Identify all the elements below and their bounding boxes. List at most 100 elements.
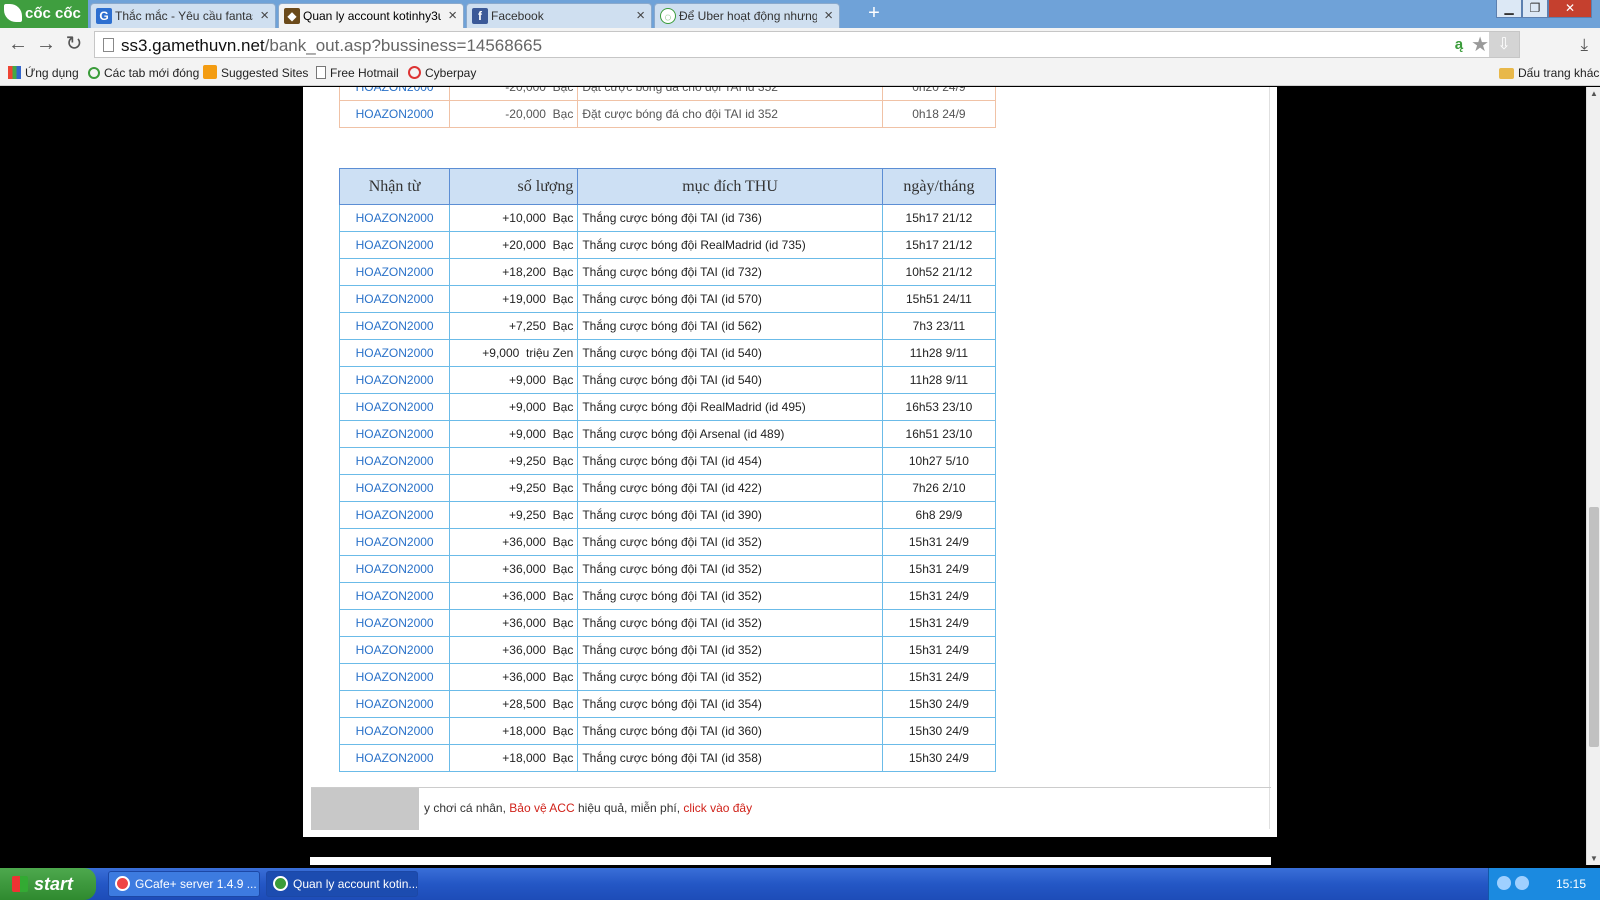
sender-link[interactable]: HOAZON2000 xyxy=(338,474,451,502)
table-row: HOAZON2000 +9,250 Bạc Thắng cược bóng đội … xyxy=(338,447,997,475)
amount-cell: +19,000 Bạc xyxy=(449,285,579,313)
tab-uber[interactable]: ◌ Để Uber hoạt động nhưng sẽ × xyxy=(654,3,840,28)
amount-cell: +18,200 Bạc xyxy=(449,258,579,286)
sender-link[interactable]: HOAZON2000 xyxy=(338,501,451,529)
col-header-date: ngày/tháng xyxy=(881,168,997,205)
sender-link[interactable]: HOAZON2000 xyxy=(338,447,451,475)
game-favicon-icon: ◆ xyxy=(284,8,300,24)
purpose-cell: Thắng cược bóng đội RealMadrid (id 495) xyxy=(577,393,883,421)
sender-link[interactable]: HOAZON2000 xyxy=(338,663,451,691)
date-cell: 15h31 24/9 xyxy=(881,528,997,556)
date-cell: 15h31 24/9 xyxy=(881,609,997,637)
sender-link[interactable]: HOAZON2000 xyxy=(338,636,451,664)
minimize-icon[interactable]: ▁ xyxy=(1496,0,1522,18)
tab-fantasym[interactable]: G Thắc mắc - Yêu cầu fantasym × xyxy=(90,3,276,28)
tab-close-icon[interactable]: × xyxy=(824,4,833,28)
reload-icon[interactable]: ↻ xyxy=(62,33,86,57)
date-cell: 15h30 24/9 xyxy=(881,744,997,772)
purpose-cell: Thắng cược bóng đội TAI (id 352) xyxy=(577,582,883,610)
table-row: HOAZON2000 +10,000 Bạc Thắng cược bóng đội… xyxy=(338,204,997,232)
date-cell: 0h18 24/9 xyxy=(881,100,997,128)
sender-link[interactable]: HOAZON2000 xyxy=(338,717,451,745)
table-row: HOAZON2000 +36,000 Bạc Thắng cược bóng đội… xyxy=(338,663,997,691)
table-row: HOAZON2000 +9,000 Bạc Thắng cược bóng đội … xyxy=(338,420,997,448)
bookmark-recent-tabs[interactable]: Các tab mới đóng xyxy=(88,61,199,86)
amount-cell: +20,000 Bạc xyxy=(449,231,579,259)
window-close-icon[interactable]: ✕ xyxy=(1548,0,1592,18)
table-row: HOAZON2000 +36,000 Bạc Thắng cược bóng đội… xyxy=(338,636,997,664)
bookmark-suggested-sites[interactable]: Suggested Sites xyxy=(203,61,308,86)
url-text[interactable]: ss3.gamethuvn.net/bank_out.asp?bussiness… xyxy=(121,36,542,56)
tab-facebook[interactable]: f Facebook × xyxy=(466,3,652,28)
save-video-icon[interactable]: ⇩ xyxy=(1489,32,1519,57)
scrollbar-thumb[interactable] xyxy=(1589,507,1599,747)
table-row: HOAZON2000 +9,000 Bạc Thắng cược bóng đội … xyxy=(338,393,997,421)
table-row: HOAZON2000 +18,000 Bạc Thắng cược bóng đội… xyxy=(338,744,997,772)
protect-acc-link[interactable]: Bảo vệ ACC xyxy=(509,801,574,815)
amount-cell: +18,000 Bạc xyxy=(449,744,579,772)
date-cell: 11h28 9/11 xyxy=(881,339,997,367)
bookmark-star-icon[interactable]: ★ xyxy=(1471,32,1489,57)
tab-close-icon[interactable]: × xyxy=(448,4,457,28)
sender-link[interactable]: HOAZON2000 xyxy=(338,609,451,637)
sender-link[interactable]: HOAZON2000 xyxy=(338,420,451,448)
sender-link[interactable]: HOAZON2000 xyxy=(338,690,451,718)
scroll-down-arrow-icon[interactable]: ▼ xyxy=(1587,854,1600,863)
bookmark-free-hotmail[interactable]: Free Hotmail xyxy=(316,61,399,86)
sender-link[interactable]: HOAZON2000 xyxy=(338,582,451,610)
amount-cell: +9,250 Bạc xyxy=(449,474,579,502)
tab-strip: G Thắc mắc - Yêu cầu fantasym × ◆ Quan l… xyxy=(90,3,842,28)
taskbar-item-gcafe[interactable]: GCafe+ server 1.4.9 ... xyxy=(108,871,260,897)
tab-quan-ly-account[interactable]: ◆ Quan ly account kotinhy3u M × xyxy=(278,3,464,28)
table-row: HOAZON2000 +9,250 Bạc Thắng cược bóng đội … xyxy=(338,474,997,502)
sender-link[interactable]: HOAZON2000 xyxy=(338,312,451,340)
col-header-purpose: mục đích THU xyxy=(577,168,883,205)
browser-logo[interactable]: cốc cốc xyxy=(0,0,88,28)
bookmark-apps[interactable]: Ứng dụng xyxy=(8,61,79,86)
sender-link[interactable]: HOAZON2000 xyxy=(338,204,451,232)
purpose-cell: Thắng cược bóng đội TAI (id 360) xyxy=(577,717,883,745)
scroll-up-arrow-icon[interactable]: ▲ xyxy=(1587,89,1600,98)
date-cell: 7h3 23/11 xyxy=(881,312,997,340)
amount-cell: +9,250 Bạc xyxy=(449,447,579,475)
sender-link[interactable]: HOAZON2000 xyxy=(338,528,451,556)
sender-link[interactable]: HOAZON2000 xyxy=(338,366,451,394)
amount-cell: +18,000 Bạc xyxy=(449,717,579,745)
sender-link[interactable]: HOAZON2000 xyxy=(338,339,451,367)
tray-arrow-icon[interactable] xyxy=(1497,876,1511,890)
sender-link[interactable]: HOAZON2000 xyxy=(338,393,451,421)
title-bar: cốc cốc G Thắc mắc - Yêu cầu fantasym × … xyxy=(0,0,1600,28)
coccoc-leaf-icon xyxy=(4,4,22,22)
purpose-cell: Đặt cược bóng đá cho đội TAI id 352 xyxy=(577,87,883,101)
other-bookmarks[interactable]: Dấu trang khác xyxy=(1499,61,1599,86)
sender-link[interactable]: HOAZON2000 xyxy=(338,100,451,128)
address-bar[interactable]: ss3.gamethuvn.net/bank_out.asp?bussiness… xyxy=(94,31,1520,58)
forward-arrow-icon[interactable]: → xyxy=(34,33,58,57)
back-arrow-icon[interactable]: ← xyxy=(6,33,30,57)
taskbar-item-browser[interactable]: Quan ly account kotin... xyxy=(266,871,418,897)
start-button[interactable]: start xyxy=(0,868,96,900)
tab-close-icon[interactable]: × xyxy=(636,4,645,28)
restore-icon[interactable]: ❐ xyxy=(1522,0,1548,18)
sender-link[interactable]: HOAZON2000 xyxy=(338,87,451,101)
sender-link[interactable]: HOAZON2000 xyxy=(338,285,451,313)
amount-cell: -20,000 Bạc xyxy=(449,87,579,101)
sender-link[interactable]: HOAZON2000 xyxy=(338,555,451,583)
download-icon[interactable]: ⤓ xyxy=(1580,35,1588,55)
sender-link[interactable]: HOAZON2000 xyxy=(338,231,451,259)
vertical-scrollbar[interactable]: ▲ ▼ xyxy=(1586,87,1600,865)
incoming-transactions-table: Nhận từ số lượng mục đích THU ngày/tháng… xyxy=(338,168,997,772)
sender-link[interactable]: HOAZON2000 xyxy=(338,744,451,772)
new-tab-plus-icon[interactable]: + xyxy=(862,3,886,25)
click-here-link[interactable]: click vào đây xyxy=(683,801,752,815)
amount-cell: +36,000 Bạc xyxy=(449,582,579,610)
typing-addon-icon[interactable]: ą xyxy=(1455,36,1463,53)
purpose-cell: Thắng cược bóng đội TAI (id 352) xyxy=(577,609,883,637)
facebook-favicon-icon: f xyxy=(472,8,488,24)
date-cell: 15h17 21/12 xyxy=(881,231,997,259)
tab-close-icon[interactable]: × xyxy=(260,4,269,28)
network-icon[interactable] xyxy=(1515,876,1529,890)
sender-link[interactable]: HOAZON2000 xyxy=(338,258,451,286)
bookmark-cyberpay[interactable]: Cyberpay xyxy=(408,61,476,86)
clock: 15:15 xyxy=(1555,877,1586,891)
